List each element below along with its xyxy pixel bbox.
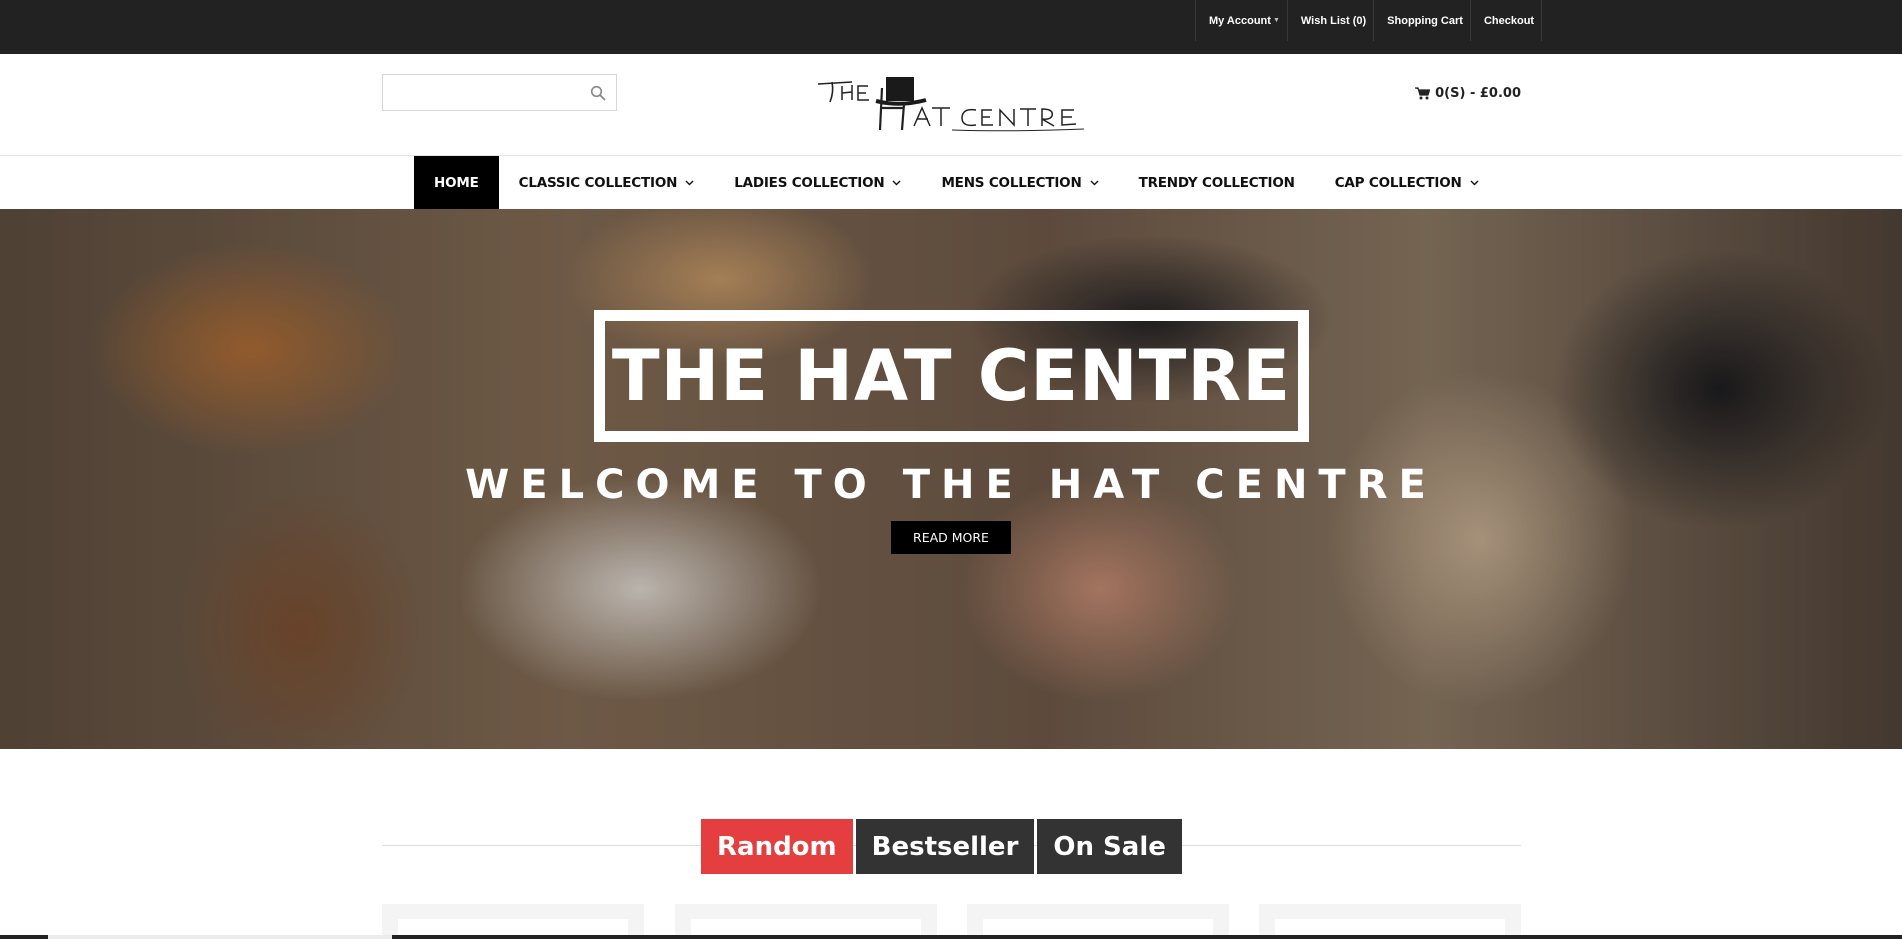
- chevron-down-icon: [1090, 180, 1099, 185]
- nav-item-label: TRENDY COLLECTION: [1138, 174, 1295, 191]
- chevron-down-icon: [892, 180, 901, 185]
- nav-item-home[interactable]: HOME: [414, 156, 499, 209]
- product-card[interactable]: [967, 904, 1229, 939]
- horizontal-scrollbar[interactable]: [48, 935, 392, 939]
- product-card[interactable]: [675, 904, 937, 939]
- my-account-link[interactable]: My Account ▼: [1195, 0, 1287, 41]
- site-header: 0(S) - £0.00: [0, 54, 1902, 156]
- hero-title: THE HAT CENTRE: [611, 335, 1292, 417]
- my-account-label: My Account: [1209, 14, 1271, 27]
- nav-menu: HOME CLASSIC COLLECTION LADIES COLLECTIO…: [414, 156, 1499, 209]
- chevron-down-icon: ▼: [1272, 17, 1280, 24]
- cart-icon: [1415, 87, 1431, 100]
- cart-total: 0(S) - £0.00: [1435, 86, 1521, 101]
- checkout-label: Checkout: [1483, 14, 1535, 27]
- tab-on-sale[interactable]: On Sale: [1037, 819, 1182, 874]
- nav-item-label: LADIES COLLECTION: [734, 174, 885, 191]
- mini-cart-button[interactable]: 0(S) - £0.00: [1415, 86, 1521, 101]
- wish-list-label: Wish List (0): [1300, 14, 1367, 27]
- shopping-cart-link[interactable]: Shopping Cart: [1373, 0, 1470, 41]
- wish-list-link[interactable]: Wish List (0): [1286, 0, 1373, 41]
- nav-item-trendy-collection[interactable]: TRENDY COLLECTION: [1119, 156, 1315, 209]
- search-box: [382, 74, 617, 111]
- site-logo[interactable]: [812, 74, 1092, 136]
- tab-bestseller[interactable]: Bestseller: [855, 819, 1035, 874]
- nav-item-label: HOME: [434, 174, 479, 191]
- hero-subtitle: WELCOME TO THE HAT CENTRE: [465, 462, 1437, 508]
- product-card[interactable]: [382, 904, 644, 939]
- nav-item-cap-collection[interactable]: CAP COLLECTION: [1315, 156, 1499, 209]
- top-links: My Account ▼ Wish List (0) Shopping Cart…: [1195, 0, 1543, 41]
- tab-random[interactable]: Random: [701, 819, 853, 874]
- nav-item-mens-collection[interactable]: MENS COLLECTION: [921, 156, 1118, 209]
- read-more-button[interactable]: READ MORE: [891, 521, 1011, 554]
- main-nav: HOME CLASSIC COLLECTION LADIES COLLECTIO…: [0, 156, 1902, 209]
- chevron-down-icon: [1470, 180, 1479, 185]
- search-icon[interactable]: [590, 85, 606, 101]
- nav-item-ladies-collection[interactable]: LADIES COLLECTION: [714, 156, 921, 209]
- nav-item-label: MENS COLLECTION: [941, 174, 1082, 191]
- chevron-down-icon: [685, 180, 694, 185]
- top-bar: My Account ▼ Wish List (0) Shopping Cart…: [0, 0, 1902, 54]
- nav-item-label: CAP COLLECTION: [1334, 174, 1462, 191]
- shopping-cart-label: Shopping Cart: [1387, 14, 1463, 27]
- hero-title-frame: THE HAT CENTRE: [594, 310, 1309, 442]
- product-card[interactable]: [1259, 904, 1521, 939]
- checkout-link[interactable]: Checkout: [1469, 0, 1543, 41]
- search-input[interactable]: [383, 75, 583, 110]
- nav-item-label: CLASSIC COLLECTION: [518, 174, 678, 191]
- hat-centre-logo: [817, 77, 1085, 132]
- nav-item-classic-collection[interactable]: CLASSIC COLLECTION: [499, 156, 715, 209]
- hero-banner: THE HAT CENTRE WELCOME TO THE HAT CENTRE…: [0, 209, 1902, 749]
- product-tabs: Random Bestseller On Sale: [701, 819, 1185, 874]
